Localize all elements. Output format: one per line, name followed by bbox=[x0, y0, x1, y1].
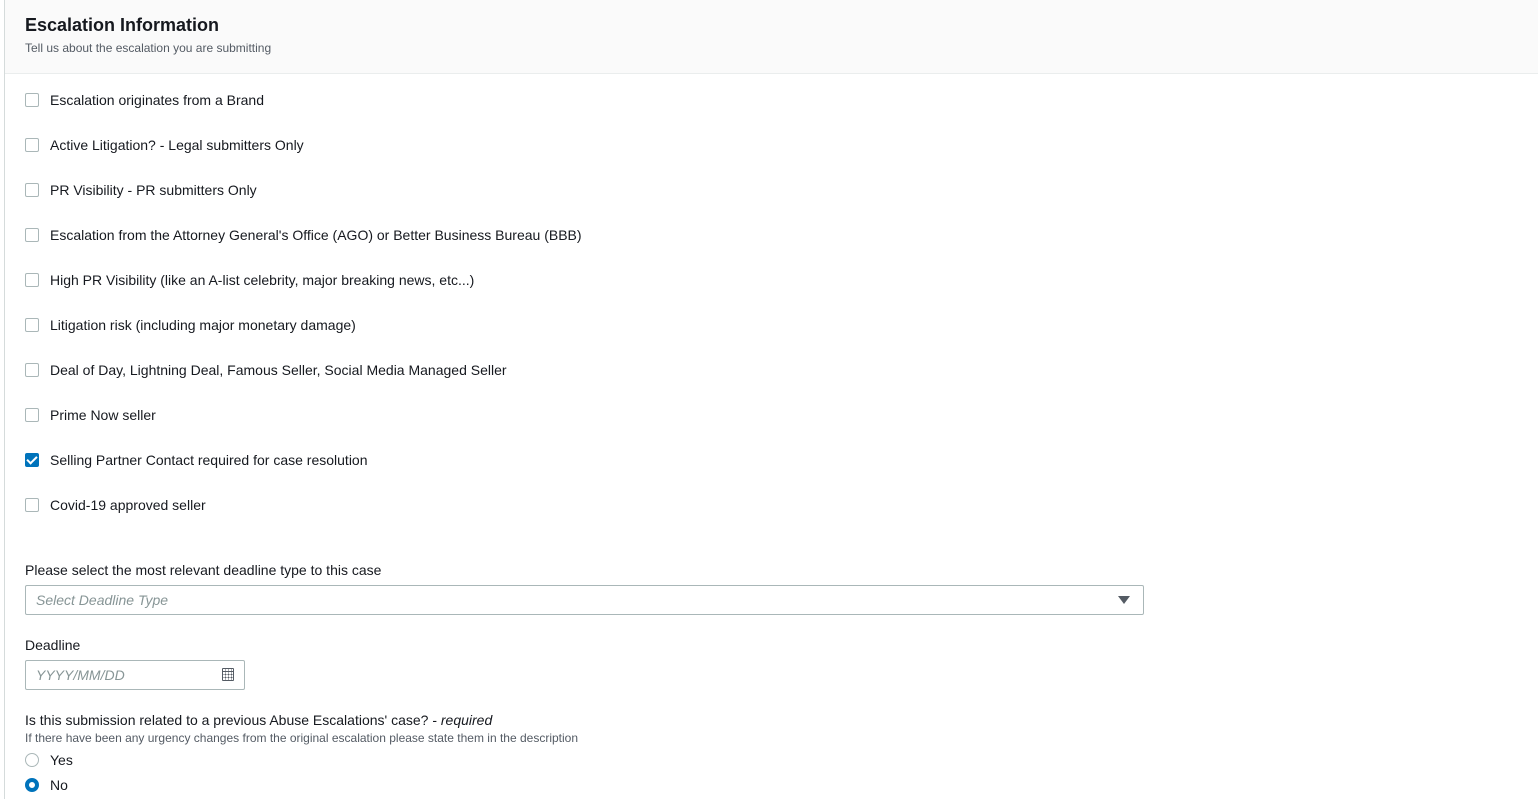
checkbox-label: Litigation risk (including major monetar… bbox=[50, 317, 356, 333]
checkbox-label: High PR Visibility (like an A-list celeb… bbox=[50, 272, 475, 288]
radio-button[interactable] bbox=[25, 753, 39, 767]
deadline-label: Deadline bbox=[25, 637, 81, 653]
deadline-type-label: Please select the most relevant deadline… bbox=[25, 562, 382, 578]
deadline-type-placeholder: Select Deadline Type bbox=[36, 592, 169, 608]
checkbox-row-pr-visibility[interactable]: PR Visibility - PR submitters Only bbox=[25, 180, 257, 200]
caret-down-icon[interactable] bbox=[1118, 596, 1130, 604]
checkbox-label: Prime Now seller bbox=[50, 407, 156, 423]
checkbox[interactable] bbox=[25, 93, 39, 107]
checkbox-row-brand[interactable]: Escalation originates from a Brand bbox=[25, 90, 264, 110]
radio-button-selected[interactable] bbox=[25, 778, 39, 792]
checkbox-row-selling-partner-contact[interactable]: Selling Partner Contact required for cas… bbox=[25, 450, 368, 470]
deadline-type-select[interactable]: Select Deadline Type bbox=[25, 585, 1144, 615]
checkbox[interactable] bbox=[25, 183, 39, 197]
checkbox-row-ago-bbb[interactable]: Escalation from the Attorney General's O… bbox=[25, 225, 582, 245]
radio-label: Yes bbox=[50, 752, 73, 768]
deadline-placeholder: YYYY/MM/DD bbox=[36, 667, 125, 683]
checkbox[interactable] bbox=[25, 363, 39, 377]
previous-case-question: Is this submission related to a previous… bbox=[25, 712, 492, 728]
checkbox-checked[interactable] bbox=[25, 453, 39, 467]
previous-case-question-text: Is this submission related to a previous… bbox=[25, 712, 441, 728]
checkbox[interactable] bbox=[25, 228, 39, 242]
calendar-icon[interactable] bbox=[222, 668, 234, 681]
checkbox-row-litigation-risk[interactable]: Litigation risk (including major monetar… bbox=[25, 315, 356, 335]
checkbox-label: PR Visibility - PR submitters Only bbox=[50, 182, 257, 198]
previous-case-hint: If there have been any urgency changes f… bbox=[25, 731, 579, 745]
checkbox[interactable] bbox=[25, 273, 39, 287]
section-title: Escalation Information bbox=[25, 15, 220, 35]
checkbox-label: Escalation originates from a Brand bbox=[50, 92, 264, 108]
checkbox-row-high-pr-visibility[interactable]: High PR Visibility (like an A-list celeb… bbox=[25, 270, 474, 290]
radio-label: No bbox=[50, 777, 68, 793]
checkbox-label: Covid-19 approved seller bbox=[50, 497, 206, 513]
radio-option-yes[interactable]: Yes bbox=[25, 750, 73, 770]
deadline-date-input[interactable]: YYYY/MM/DD bbox=[25, 660, 245, 690]
section-subtitle: Tell us about the escalation you are sub… bbox=[25, 41, 272, 55]
required-indicator: required bbox=[440, 712, 493, 728]
checkbox-label: Escalation from the Attorney General's O… bbox=[50, 227, 582, 243]
checkbox[interactable] bbox=[25, 408, 39, 422]
checkbox[interactable] bbox=[25, 138, 39, 152]
checkbox-label: Selling Partner Contact required for cas… bbox=[50, 452, 368, 468]
checkbox-row-active-litigation[interactable]: Active Litigation? - Legal submitters On… bbox=[25, 135, 304, 155]
checkbox[interactable] bbox=[25, 498, 39, 512]
checkbox-row-covid-seller[interactable]: Covid-19 approved seller bbox=[25, 495, 206, 515]
escalation-information-panel: Escalation Information Tell us about the… bbox=[4, 0, 1538, 799]
section-header: Escalation Information Tell us about the… bbox=[5, 0, 1538, 74]
checkbox-row-prime-now[interactable]: Prime Now seller bbox=[25, 405, 156, 425]
checkbox-label: Active Litigation? - Legal submitters On… bbox=[50, 137, 304, 153]
radio-option-no[interactable]: No bbox=[25, 775, 68, 795]
checkbox-row-deal-of-day[interactable]: Deal of Day, Lightning Deal, Famous Sell… bbox=[25, 360, 507, 380]
checkbox[interactable] bbox=[25, 318, 39, 332]
checkbox-label: Deal of Day, Lightning Deal, Famous Sell… bbox=[50, 362, 507, 378]
